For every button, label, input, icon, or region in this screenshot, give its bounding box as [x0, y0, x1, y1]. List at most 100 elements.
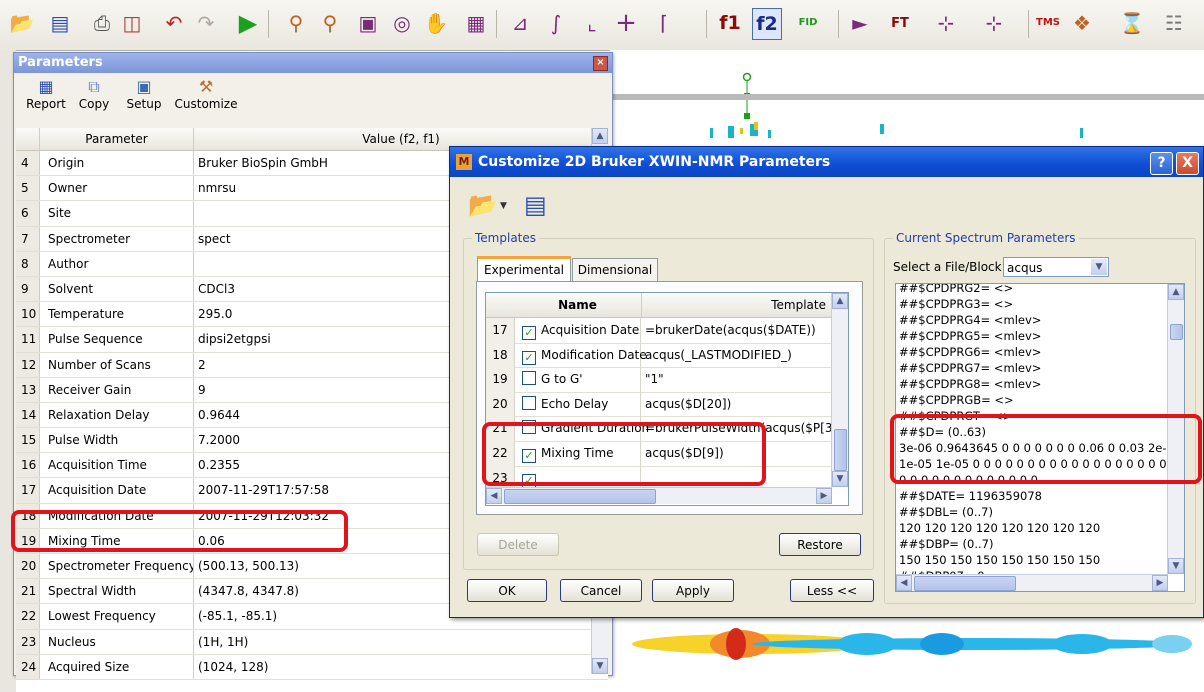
scroll-thumb[interactable]	[1170, 324, 1183, 340]
template-expression[interactable]: acqus($D[20])	[641, 392, 832, 417]
zoom-region-icon[interactable]: ◎	[388, 8, 416, 38]
print-icon[interactable]: ⎙	[88, 8, 116, 38]
scroll-up-arrow[interactable]: ▲	[592, 128, 608, 144]
parameter-value[interactable]: (1024, 128)	[194, 655, 608, 679]
templates-hscrollbar[interactable]: ◀ ▶	[486, 487, 832, 504]
column-header-parameter[interactable]: Parameter	[40, 128, 194, 150]
save-icon[interactable]: ▤	[46, 8, 74, 38]
ok-button[interactable]: OK	[467, 579, 547, 602]
scroll-down-arrow[interactable]: ▼	[1168, 558, 1184, 574]
row-index: 23	[16, 629, 40, 654]
fid-icon[interactable]: FID	[794, 8, 822, 38]
table-row[interactable]: 23 Nucleus (1H, 1H)	[16, 629, 608, 655]
chevron-down-icon[interactable]: ▼	[1091, 259, 1107, 275]
checkbox-unchecked[interactable]	[522, 395, 536, 410]
f2-icon[interactable]: f2	[752, 8, 782, 40]
tms-icon[interactable]: TMS	[1034, 8, 1062, 38]
row-index: 14	[16, 402, 40, 428]
scroll-thumb[interactable]	[834, 429, 847, 471]
template-name-cell[interactable]: ✓ Acquisition Date	[514, 318, 641, 343]
restore-button[interactable]: Restore	[779, 533, 861, 556]
setup-button[interactable]: ▣ Setup	[120, 77, 168, 111]
tab-experimental[interactable]: Experimental	[477, 256, 571, 282]
scroll-left-arrow[interactable]: ◀	[896, 575, 912, 591]
checkbox-checked[interactable]: ✓	[522, 350, 536, 365]
scroll-up-arrow[interactable]: ▲	[1168, 284, 1184, 300]
crosshair-icon[interactable]: +	[612, 8, 640, 38]
table-row[interactable]: 24 Acquired Size (1024, 128)	[16, 654, 608, 680]
template-expression[interactable]: "1"	[641, 367, 832, 392]
file-block-select[interactable]: acqus ▼	[1003, 257, 1109, 277]
template-expression[interactable]: =brukerDate(acqus($DATE))	[641, 318, 832, 343]
parameters-titlebar[interactable]: Parameters ×	[14, 53, 612, 73]
template-expression[interactable]: acqus(_LASTMODIFIED_)	[641, 343, 832, 368]
save-icon[interactable]: ▤	[524, 191, 547, 219]
lock-icon[interactable]: ☷	[1160, 8, 1188, 38]
apply-button[interactable]: Apply	[652, 579, 734, 602]
export-icon[interactable]: ◫	[118, 8, 146, 38]
scroll-right-arrow[interactable]: ▶	[816, 488, 832, 504]
templates-vscrollbar[interactable]: ▲ ▼	[831, 293, 848, 487]
scroll-right-arrow[interactable]: ▶	[1152, 575, 1168, 591]
checkbox-checked[interactable]: ✓	[522, 326, 536, 340]
reference-icon[interactable]: ❖	[1068, 8, 1096, 38]
crop-icon[interactable]: ▦	[462, 8, 490, 38]
parameters-close-button[interactable]: ×	[593, 56, 608, 71]
checkbox-unchecked[interactable]	[522, 371, 536, 386]
ft-icon[interactable]: FT	[886, 8, 914, 38]
shim-icon[interactable]: ⌛	[1118, 8, 1146, 38]
delete-button[interactable]: Delete	[477, 533, 559, 556]
row-index: 21	[16, 579, 40, 604]
chevron-down-icon[interactable]: ▼	[500, 201, 507, 211]
template-name-cell[interactable]: G to G'	[514, 367, 641, 392]
less-button[interactable]: Less <<	[790, 579, 874, 602]
baseline-icon[interactable]: ⊹	[932, 8, 960, 38]
redo-icon[interactable]: ↷	[192, 8, 220, 38]
template-row[interactable]: 17 ✓ Acquisition Date =brukerDate(acqus($DA…	[486, 318, 832, 344]
parameter-value[interactable]: (1H, 1H)	[194, 630, 608, 654]
parameter-name: Spectral Width	[40, 579, 194, 604]
dialog-titlebar[interactable]: M Customize 2D Bruker XWIN-NMR Parameter…	[450, 147, 1203, 177]
open-folder-icon[interactable]: 📂	[8, 8, 36, 38]
dialog-close-button[interactable]: X	[1176, 152, 1199, 175]
template-row[interactable]: 20 Echo Delay acqus($D[20])	[486, 391, 832, 418]
pan-icon[interactable]: ✋	[422, 8, 450, 38]
scroll-left-arrow[interactable]: ◀	[486, 488, 502, 504]
f1-icon[interactable]: f1	[716, 8, 744, 38]
peak-list-icon[interactable]: ⊹	[980, 8, 1008, 38]
multiplet-icon[interactable]: ⌈	[650, 8, 678, 38]
toolbar-separator	[838, 10, 839, 38]
peak-pick-icon[interactable]: ⊿	[506, 8, 534, 38]
run-icon[interactable]: ▶	[234, 8, 262, 38]
template-row[interactable]: 18 ✓ Modification Date acqus(_LASTMODIFIED_…	[486, 342, 832, 369]
manual-integrate-icon[interactable]: ⌞	[578, 8, 606, 38]
scroll-down-arrow[interactable]: ▼	[592, 658, 608, 674]
templates-label: Templates	[472, 231, 540, 245]
zoom-out-icon[interactable]: ⚲	[316, 8, 344, 38]
scroll-down-arrow[interactable]: ▼	[832, 471, 848, 487]
select-file-label: Select a File/Block:	[893, 260, 1006, 274]
help-button[interactable]: ?	[1150, 152, 1173, 175]
tab-dimensional[interactable]: Dimensional	[572, 258, 658, 282]
template-name-cell[interactable]: Echo Delay	[514, 391, 641, 417]
column-header-template[interactable]: Template	[641, 293, 832, 317]
setup-icon: ▣	[136, 77, 152, 96]
cancel-button[interactable]: Cancel	[560, 579, 642, 602]
scroll-thumb[interactable]	[504, 489, 656, 504]
integrate-icon[interactable]: ∫	[542, 8, 570, 38]
open-folder-icon[interactable]: 📂	[468, 191, 498, 219]
copy-button[interactable]: ⧉ Copy	[74, 77, 114, 111]
column-header-name[interactable]: Name	[514, 293, 642, 317]
report-button[interactable]: ▦ Report	[22, 77, 70, 111]
phase-icon[interactable]: ►	[846, 8, 874, 38]
current-params-hscrollbar[interactable]: ◀ ▶	[896, 574, 1168, 591]
scroll-thumb[interactable]	[914, 576, 1016, 591]
param-line: 120 120 120 120 120 120 120 120	[899, 521, 1101, 535]
zoom-fit-icon[interactable]: ▣	[354, 8, 382, 38]
zoom-in-icon[interactable]: ⚲	[282, 8, 310, 38]
scroll-up-arrow[interactable]: ▲	[832, 293, 848, 309]
template-name-cell[interactable]: ✓ Modification Date	[514, 342, 647, 368]
template-row[interactable]: 19 G to G' "1"	[486, 367, 832, 393]
undo-icon[interactable]: ↶	[160, 8, 188, 38]
customize-button[interactable]: ⚒ Customize	[174, 77, 238, 111]
